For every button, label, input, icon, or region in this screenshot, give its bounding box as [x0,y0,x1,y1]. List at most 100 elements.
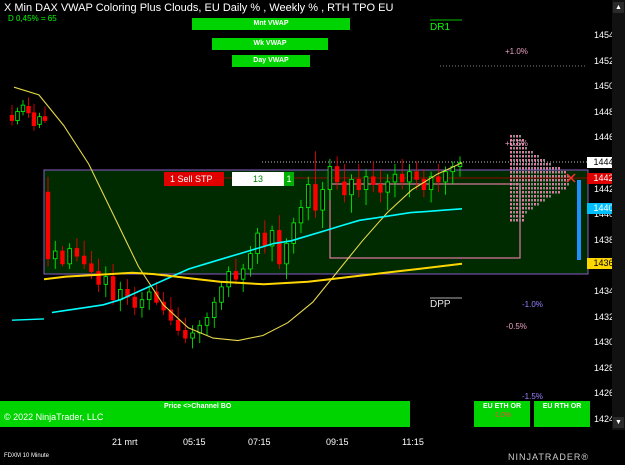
tpo-cell [519,163,521,166]
tpo-cell [546,171,548,174]
tpo-cell [543,171,545,174]
order-line[interactable]: 1 Sell STP 13 1 [164,172,294,186]
tpo-cell [513,199,515,202]
order-quantity[interactable]: 13 [232,172,284,186]
tpo-cell [528,151,530,154]
tpo-cell [555,187,557,190]
scroll-down-icon[interactable]: ▼ [613,417,624,428]
time-tick: 21 mrt [112,437,138,447]
tpo-cell [531,183,533,186]
tpo-cell [513,175,515,178]
candle-body [349,178,354,196]
candle-body [378,184,383,193]
tpo-cell [516,187,518,190]
tpo-cell [531,187,533,190]
eu-eth-or-button[interactable]: EU ETH OR -1.0% [474,401,530,427]
eu-rth-or-button[interactable]: EU RTH OR [534,401,590,427]
vertical-scrollbar[interactable]: ▲ ▼ [612,0,625,430]
tpo-cell [525,179,527,182]
tpo-cell [555,183,557,186]
tpo-cell [531,199,533,202]
tpo-cell [528,163,530,166]
tpo-cell [522,195,524,198]
tpo-cell [513,219,515,222]
ninjatrader-logo: NINJATRADER® [508,452,589,462]
tpo-cell [519,219,521,222]
tpo-cell [552,175,554,178]
tpo-cell [519,175,521,178]
tpo-cell [516,167,518,170]
tpo-cell [516,219,518,222]
day-vwap-button[interactable]: Day VWAP [232,55,310,67]
candle-body [219,286,224,303]
tpo-cell [564,179,566,182]
candle-body [89,263,94,272]
candle-body [298,207,304,224]
tpo-cell [513,171,515,174]
candle-body [255,232,260,254]
tpo-cell [516,179,518,182]
tpo-cell [534,171,536,174]
tpo-cell [552,191,554,194]
price-channel-bar[interactable]: Price <>Channel BO © 2022 NinjaTrader, L… [0,401,410,427]
tpo-cell [516,135,518,138]
tpo-cell [546,195,548,198]
tpo-cell [510,175,512,178]
tpo-cell [513,203,515,206]
tpo-cell [525,167,527,170]
candle-body [96,271,101,285]
tpo-cell [540,199,542,202]
scroll-up-icon[interactable]: ▲ [613,2,624,13]
tpo-cell [528,175,530,178]
tpo-cell [543,199,545,202]
tpo-cell [519,171,521,174]
wk-vwap-button[interactable]: Wk VWAP [212,38,328,50]
tpo-cell [531,159,533,162]
tpo-cell [537,191,539,194]
order-type-label[interactable]: 1 Sell STP [164,172,224,186]
candle-body [248,253,253,270]
tpo-cell [519,203,521,206]
tpo-cell [540,171,542,174]
tpo-cell [537,167,539,170]
tpo-cell [516,207,518,210]
tpo-cell [543,175,545,178]
tpo-cell [555,167,557,170]
tpo-cell [540,175,542,178]
tpo-cell [534,187,536,190]
candle-body [226,271,231,288]
tpo-cell [537,171,539,174]
tpo-cell [522,175,524,178]
candle-body [284,242,289,265]
candle-body [45,191,51,260]
time-tick: 11:15 [402,437,424,447]
tpo-cell [537,159,539,162]
candle-body [53,250,58,260]
candle-body [436,176,441,183]
tpo-cell [510,195,512,198]
tpo-cell [519,211,521,214]
tpo-cell [510,187,512,190]
tpo-cell [543,163,545,166]
candle-body [356,178,362,191]
candle-body [118,289,123,301]
tpo-cell [519,215,521,218]
order-close-button[interactable]: 1 [284,172,294,186]
pct-label-minus1: -1.0% [522,300,543,309]
tpo-cell [549,175,551,178]
tpo-cell [510,163,512,166]
mnt-vwap-button[interactable]: Mnt VWAP [192,18,350,30]
tpo-cell [549,179,551,182]
tpo-cell [525,155,527,158]
tpo-cell [534,195,536,198]
tpo-cell [543,179,545,182]
tpo-cell [516,163,518,166]
tpo-cell [528,183,530,186]
candle-body [320,189,325,211]
tpo-cell [564,187,566,190]
tpo-cell [555,171,557,174]
tpo-cell [531,191,533,194]
tpo-cell [522,159,524,162]
tpo-cell [525,175,527,178]
tpo-cell [522,183,524,186]
